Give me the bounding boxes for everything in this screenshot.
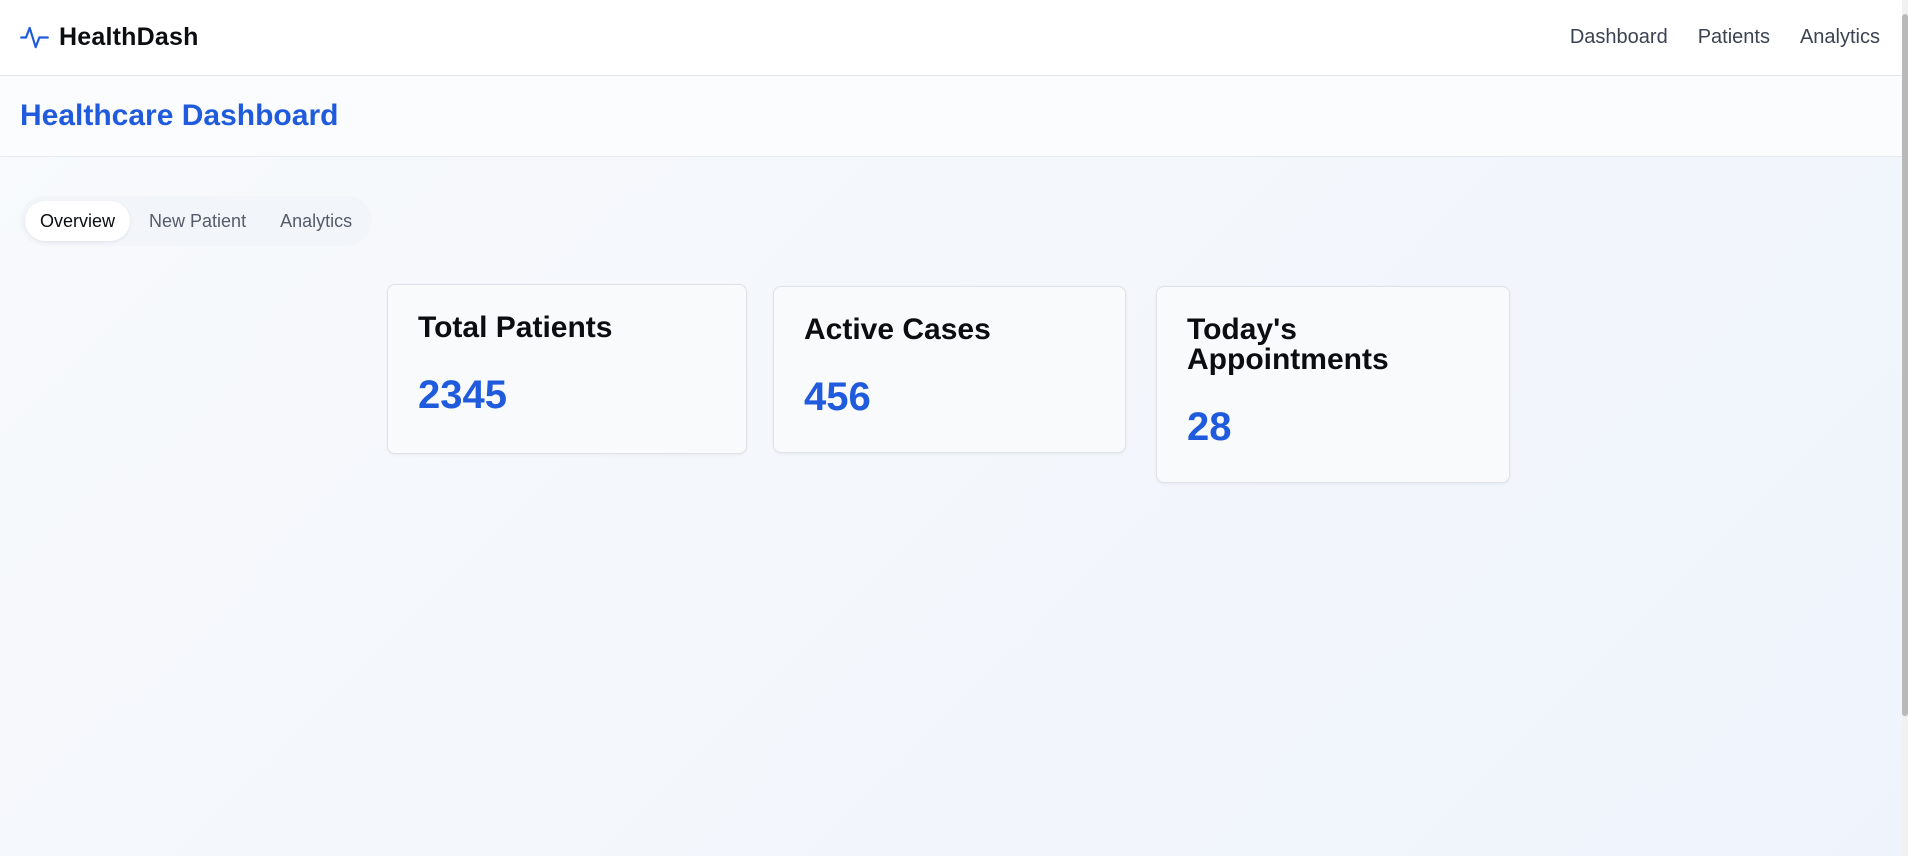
tab-analytics[interactable]: Analytics	[265, 201, 367, 241]
stat-card-value: 2345	[418, 373, 507, 417]
vertical-scrollbar[interactable]	[1902, 0, 1908, 856]
stat-card-title: Today's Appointments	[1187, 313, 1389, 376]
stat-card-title: Active Cases	[804, 313, 991, 346]
nav-link-patients[interactable]: Patients	[1698, 26, 1770, 49]
stat-card-todays-appointments: Today's Appointments 28	[1156, 286, 1510, 483]
tab-overview[interactable]: Overview	[25, 201, 131, 241]
scrollbar-thumb[interactable]	[1902, 14, 1908, 716]
stat-card-total-patients: Total Patients 2345	[387, 284, 747, 454]
top-navbar: HealthDash Dashboard Patients Analytics	[0, 0, 1902, 76]
nav-link-analytics[interactable]: Analytics	[1800, 26, 1880, 49]
stat-card-value: 28	[1187, 405, 1232, 449]
activity-pulse-icon	[20, 23, 49, 52]
brand[interactable]: HealthDash	[20, 23, 199, 52]
stat-card-value: 456	[804, 375, 871, 419]
tab-list: Overview New Patient Analytics	[20, 196, 373, 246]
nav-links: Dashboard Patients Analytics	[1570, 26, 1880, 49]
page-header: Healthcare Dashboard	[0, 76, 1902, 157]
page: HealthDash Dashboard Patients Analytics …	[0, 0, 1908, 856]
tab-new-patient[interactable]: New Patient	[134, 201, 261, 241]
stat-card-active-cases: Active Cases 456	[773, 286, 1126, 453]
nav-link-dashboard[interactable]: Dashboard	[1570, 26, 1668, 49]
page-title: Healthcare Dashboard	[20, 99, 339, 132]
brand-name: HealthDash	[59, 23, 199, 51]
stat-card-title: Total Patients	[418, 311, 613, 344]
